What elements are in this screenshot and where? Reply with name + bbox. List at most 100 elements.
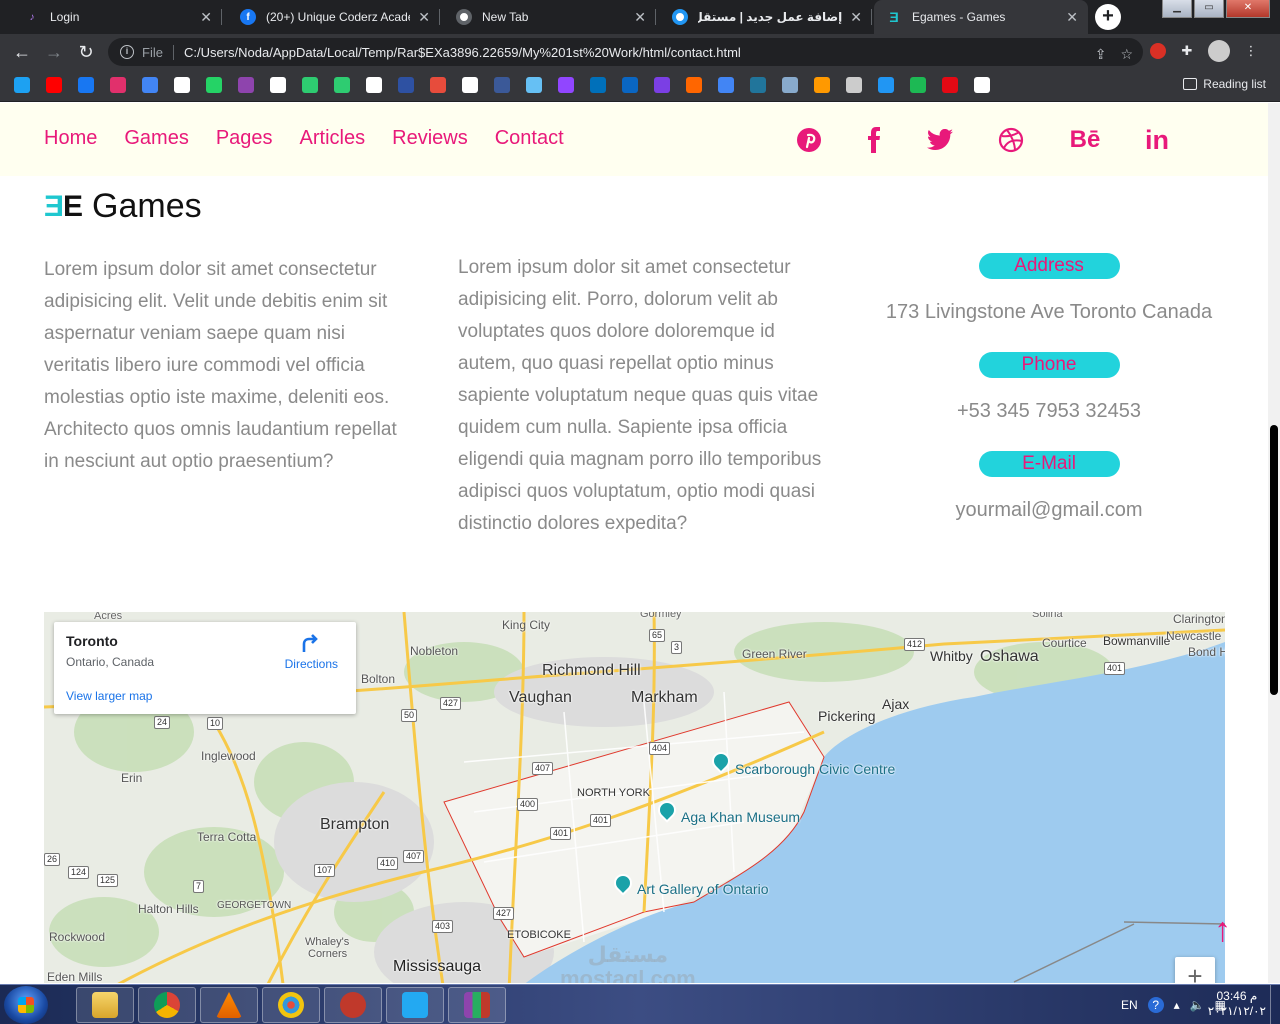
taskbar-snipping[interactable] bbox=[324, 987, 382, 1023]
tab-new-tab[interactable]: New Tab ✕ bbox=[444, 0, 656, 34]
map-info-card: Toronto Ontario, Canada View larger map … bbox=[54, 622, 356, 714]
tab-facebook[interactable]: f (20+) Unique Coderz Academy ✕ bbox=[228, 0, 440, 34]
nav-contact[interactable]: Contact bbox=[495, 127, 564, 150]
reading-list-button[interactable]: Reading list bbox=[1183, 77, 1266, 91]
bookmark-favicon-icon[interactable] bbox=[366, 77, 382, 93]
nav-games[interactable]: Games bbox=[124, 127, 188, 150]
bookmark-favicon-icon[interactable] bbox=[238, 77, 254, 93]
close-icon[interactable]: ✕ bbox=[850, 9, 862, 26]
nav-pages[interactable]: Pages bbox=[216, 127, 273, 150]
map-zoom-in-button[interactable]: + bbox=[1175, 957, 1215, 983]
taskbar-clock[interactable]: 03:46 م ٢٠٢١/١٢/٠٢ bbox=[1208, 989, 1266, 1019]
bookmark-favicon-icon[interactable] bbox=[942, 77, 958, 93]
bookmark-favicon-icon[interactable] bbox=[558, 77, 574, 93]
pinterest-icon[interactable] bbox=[790, 121, 828, 159]
extensions-puzzle-icon[interactable]: ✚ bbox=[1176, 40, 1198, 62]
address-value: 173 Livingstone Ave Toronto Canada bbox=[885, 301, 1213, 323]
address-url[interactable]: C:/Users/Noda/AppData/Local/Temp/Rar$EXa… bbox=[184, 45, 741, 60]
address-bar[interactable]: i File C:/Users/Noda/AppData/Local/Temp/… bbox=[108, 38, 1143, 66]
bookmark-favicon-icon[interactable] bbox=[206, 77, 222, 93]
page-scrollbar[interactable] bbox=[1268, 103, 1280, 983]
tab-mostaql[interactable]: إضافة عمل جديد | مستقل ✕ bbox=[660, 0, 872, 34]
tab-login[interactable]: ♪ Login ✕ bbox=[12, 0, 222, 34]
taskbar-vlc[interactable] bbox=[200, 987, 258, 1023]
behance-icon[interactable]: Bē bbox=[1063, 121, 1107, 159]
linkedin-icon[interactable]: in bbox=[1138, 121, 1176, 159]
start-button[interactable] bbox=[4, 986, 48, 1024]
bookmark-favicon-icon[interactable] bbox=[654, 77, 670, 93]
taskbar-paint[interactable] bbox=[262, 987, 320, 1023]
bookmark-favicon-icon[interactable] bbox=[174, 77, 190, 93]
brand-logo[interactable]: ƎE Games bbox=[44, 187, 202, 226]
bookmark-favicon-icon[interactable] bbox=[110, 77, 126, 93]
bookmark-favicon-icon[interactable] bbox=[46, 77, 62, 93]
facebook-icon[interactable] bbox=[855, 121, 893, 159]
close-icon[interactable]: ✕ bbox=[634, 9, 646, 26]
bookmark-favicon-icon[interactable] bbox=[622, 77, 638, 93]
taskbar-vscode[interactable] bbox=[386, 987, 444, 1023]
nav-articles[interactable]: Articles bbox=[300, 127, 366, 150]
bookmark-favicon-icon[interactable] bbox=[462, 77, 478, 93]
bookmark-favicon-icon[interactable] bbox=[302, 77, 318, 93]
forward-arrow-icon[interactable]: → bbox=[42, 40, 66, 64]
close-icon[interactable]: ✕ bbox=[200, 9, 212, 26]
back-to-top-arrow-icon[interactable]: ↑ bbox=[1214, 911, 1231, 950]
directions-icon bbox=[303, 634, 319, 652]
extension-adblock-icon[interactable] bbox=[1150, 43, 1166, 59]
dribbble-icon[interactable] bbox=[992, 121, 1030, 159]
map-label-north-york: NORTH YORK bbox=[577, 787, 650, 799]
egames-favicon-icon: Ǝ bbox=[889, 9, 899, 25]
taskbar-winrar[interactable] bbox=[448, 987, 506, 1023]
info-icon[interactable]: i bbox=[120, 45, 134, 59]
twitter-icon[interactable] bbox=[921, 121, 959, 159]
bookmark-favicon-icon[interactable] bbox=[750, 77, 766, 93]
help-icon[interactable]: ? bbox=[1147, 997, 1164, 1013]
map-route-shield: 400 bbox=[517, 798, 539, 811]
menu-kebab-icon[interactable]: ⋮ bbox=[1240, 40, 1262, 62]
show-hidden-icons-icon[interactable]: ▴ bbox=[1174, 998, 1180, 1012]
volume-icon[interactable]: 🔈 bbox=[1190, 998, 1205, 1012]
nav-reviews[interactable]: Reviews bbox=[392, 127, 468, 150]
bookmark-favicon-icon[interactable] bbox=[430, 77, 446, 93]
back-arrow-icon[interactable]: ← bbox=[10, 40, 34, 64]
bookmark-favicon-icon[interactable] bbox=[590, 77, 606, 93]
bookmark-favicon-icon[interactable] bbox=[270, 77, 286, 93]
bookmark-favicon-icon[interactable] bbox=[334, 77, 350, 93]
close-icon[interactable]: ✕ bbox=[418, 9, 430, 26]
bookmark-favicon-icon[interactable] bbox=[878, 77, 894, 93]
new-tab-button[interactable]: + bbox=[1095, 4, 1121, 30]
bookmark-favicon-icon[interactable] bbox=[398, 77, 414, 93]
scrollbar-thumb[interactable] bbox=[1270, 425, 1278, 695]
profile-avatar[interactable] bbox=[1208, 40, 1230, 62]
bookmark-favicon-icon[interactable] bbox=[14, 77, 30, 93]
window-close-button[interactable]: ✕ bbox=[1226, 0, 1270, 18]
taskbar-explorer[interactable] bbox=[76, 987, 134, 1023]
bookmark-favicon-icon[interactable] bbox=[78, 77, 94, 93]
vscode-icon bbox=[402, 992, 428, 1018]
taskbar-chrome[interactable] bbox=[138, 987, 196, 1023]
language-indicator[interactable]: EN bbox=[1121, 998, 1138, 1012]
google-map-embed[interactable]: Acres Gormley Solina King City Nobleton Bolto… bbox=[44, 612, 1225, 983]
reload-icon[interactable]: ↻ bbox=[74, 40, 98, 64]
nav-home[interactable]: Home bbox=[44, 127, 97, 150]
bookmark-favicon-icon[interactable] bbox=[142, 77, 158, 93]
minimize-button[interactable]: ▁ bbox=[1162, 0, 1192, 18]
show-desktop-button[interactable] bbox=[1270, 985, 1280, 1024]
bookmark-favicon-icon[interactable] bbox=[910, 77, 926, 93]
bookmark-favicon-icon[interactable] bbox=[718, 77, 734, 93]
share-icon[interactable]: ⇪ bbox=[1095, 46, 1107, 63]
maximize-button[interactable]: ▭ bbox=[1194, 0, 1224, 18]
bookmark-favicon-icon[interactable] bbox=[494, 77, 510, 93]
bookmark-favicon-icon[interactable] bbox=[846, 77, 862, 93]
tab-egames[interactable]: Ǝ Egames - Games ✕ bbox=[874, 0, 1088, 34]
view-larger-map-link[interactable]: View larger map bbox=[66, 689, 152, 703]
map-route-shield: 404 bbox=[649, 742, 671, 755]
bookmark-favicon-icon[interactable] bbox=[814, 77, 830, 93]
bookmark-favicon-icon[interactable] bbox=[686, 77, 702, 93]
bookmark-star-icon[interactable]: ☆ bbox=[1120, 46, 1133, 63]
directions-button[interactable]: Directions bbox=[285, 632, 338, 671]
bookmark-favicon-icon[interactable] bbox=[974, 77, 990, 93]
bookmark-favicon-icon[interactable] bbox=[782, 77, 798, 93]
bookmark-favicon-icon[interactable] bbox=[526, 77, 542, 93]
close-icon[interactable]: ✕ bbox=[1066, 9, 1078, 26]
